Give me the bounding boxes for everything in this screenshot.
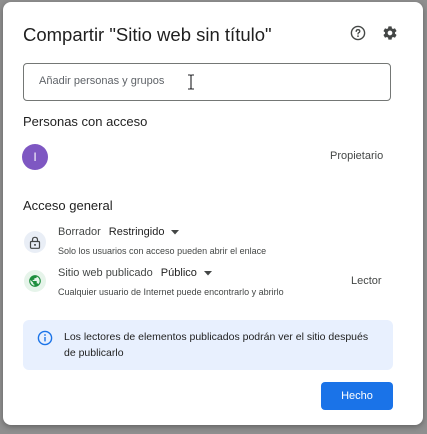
dialog-title: Compartir "Sitio web sin título" xyxy=(23,24,272,45)
people-with-access-title: Personas con acceso xyxy=(23,114,148,129)
caret-down-icon xyxy=(203,270,212,275)
published-access-description: Cualquier usuario de Internet puede enco… xyxy=(58,287,284,297)
info-banner: Los lectores de elementos publicados pod… xyxy=(23,320,393,370)
share-dialog: Compartir "Sitio web sin título" Persona… xyxy=(3,2,423,425)
general-access-title: Acceso general xyxy=(23,198,113,213)
draft-access-description: Solo los usuarios con acceso pueden abri… xyxy=(58,246,267,256)
owner-role-label: Propietario xyxy=(330,150,384,162)
draft-access-row: Borrador Restringido xyxy=(58,226,180,238)
published-role-dropdown[interactable]: Lector xyxy=(351,275,382,287)
help-button[interactable] xyxy=(347,22,369,44)
gear-icon xyxy=(383,26,397,40)
avatar: I xyxy=(22,144,48,170)
globe-icon xyxy=(29,275,41,287)
draft-access-level: Restringido xyxy=(108,226,165,238)
lock-icon xyxy=(29,236,41,249)
info-banner-text: Los lectores de elementos publicados pod… xyxy=(64,331,369,359)
help-circle-icon xyxy=(350,25,366,41)
caret-down-icon xyxy=(171,229,180,234)
draft-label: Borrador xyxy=(58,226,101,238)
draft-access-icon-wrap xyxy=(24,231,46,253)
done-button[interactable]: Hecho xyxy=(321,382,393,410)
info-icon xyxy=(37,330,53,346)
text-cursor-icon xyxy=(188,74,194,90)
published-access-row: Sitio web publicado Público xyxy=(58,267,212,279)
published-access-icon-wrap xyxy=(24,270,46,292)
add-people-field[interactable] xyxy=(23,63,391,101)
draft-access-dropdown[interactable]: Restringido xyxy=(109,226,180,238)
published-access-dropdown[interactable]: Público xyxy=(161,267,212,279)
published-access-level: Público xyxy=(160,267,197,279)
published-label: Sitio web publicado xyxy=(58,267,153,279)
settings-button[interactable] xyxy=(379,22,401,44)
